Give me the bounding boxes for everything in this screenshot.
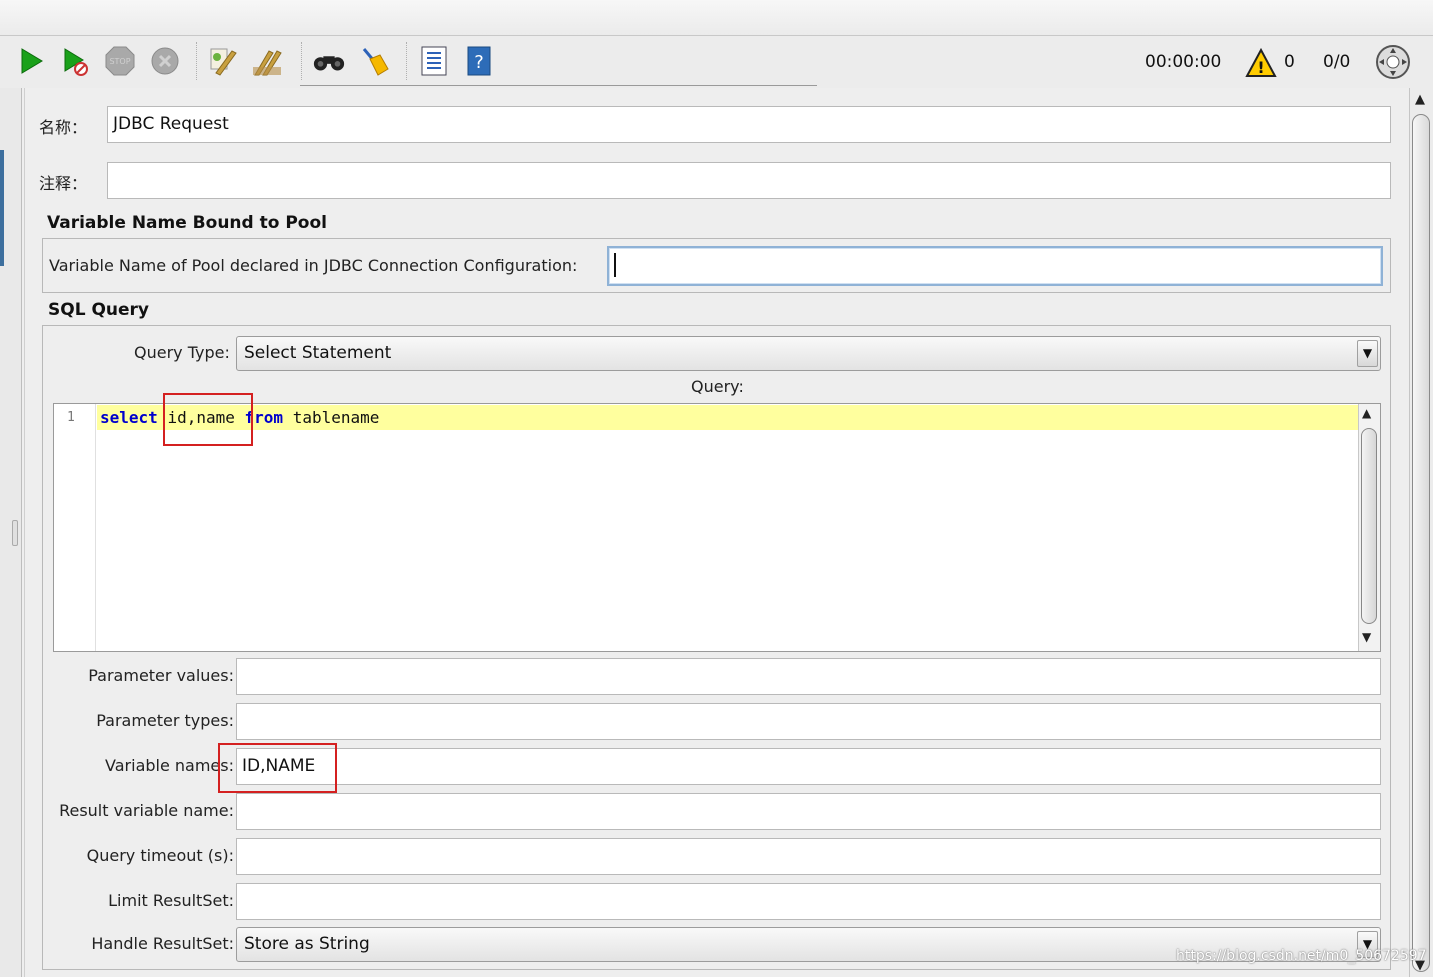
- timeout-label: Query timeout (s):: [86, 846, 234, 865]
- param-values-label: Parameter values:: [88, 666, 234, 685]
- toolbar-divider: [300, 85, 817, 86]
- query-label: Query:: [691, 377, 744, 396]
- jdbc-request-panel: 名称： JDBC Request 注释： Variable Name Bound…: [24, 88, 1408, 977]
- scroll-thumb[interactable]: [1361, 428, 1377, 624]
- stop-icon[interactable]: STOP: [103, 44, 137, 78]
- svg-text:!: !: [1257, 58, 1264, 77]
- start-icon[interactable]: [14, 44, 48, 78]
- watermark: https://blog.csdn.net/m0_50672597: [1176, 948, 1427, 964]
- scroll-down-icon[interactable]: ▼: [1362, 630, 1371, 644]
- scroll-up-icon[interactable]: ▲: [1362, 406, 1371, 420]
- splitter-grip[interactable]: [12, 520, 18, 546]
- svg-text:?: ?: [474, 52, 484, 73]
- clear-icon[interactable]: [205, 44, 239, 78]
- keyword-select: select: [100, 408, 158, 427]
- name-field[interactable]: JDBC Request: [107, 106, 1391, 143]
- param-types-label: Parameter types:: [96, 711, 234, 730]
- elapsed-timer: 00:00:00: [1145, 52, 1222, 72]
- warning-icon[interactable]: !: [1245, 47, 1277, 78]
- pool-section-title: Variable Name Bound to Pool: [47, 213, 327, 233]
- result-var-field[interactable]: [236, 793, 1381, 830]
- limit-label: Limit ResultSet:: [108, 891, 234, 910]
- toolbar-separator: [196, 42, 198, 80]
- reset-search-icon[interactable]: [357, 44, 391, 78]
- function-helper-icon[interactable]: [417, 44, 451, 78]
- code-table: tablename: [292, 408, 380, 427]
- comment-field[interactable]: [107, 162, 1391, 199]
- var-names-field[interactable]: ID,NAME: [236, 748, 1381, 785]
- toolbar-separator: [301, 42, 303, 80]
- handle-resultset-value: Store as String: [244, 934, 370, 954]
- line-number: 1: [67, 410, 75, 425]
- toolbar-separator: [406, 42, 408, 80]
- timeout-field[interactable]: [236, 838, 1381, 875]
- toolbar: STOP ? 00:00:00 ! 0 0/0: [0, 36, 1433, 88]
- pool-name-field[interactable]: [607, 246, 1383, 286]
- var-names-label: Variable names:: [105, 756, 234, 775]
- annotation-box-columns: [163, 393, 253, 446]
- handle-label: Handle ResultSet:: [91, 934, 234, 953]
- scroll-up-icon[interactable]: ▲: [1415, 92, 1425, 107]
- search-icon[interactable]: [312, 44, 346, 78]
- clear-all-icon[interactable]: [251, 44, 285, 78]
- main-scroll-thumb[interactable]: [1412, 114, 1430, 972]
- line-gutter: 1: [54, 404, 96, 651]
- query-type-value: Select Statement: [244, 343, 392, 363]
- pool-group: Variable Name of Pool declared in JDBC C…: [42, 238, 1391, 293]
- chevron-down-icon[interactable]: ▼: [1357, 340, 1378, 367]
- main-scrollbar[interactable]: ▲ ▼: [1409, 88, 1433, 977]
- tree-selection-marker: [0, 150, 4, 266]
- editor-scrollbar[interactable]: ▲ ▼: [1358, 404, 1380, 651]
- help-icon[interactable]: ?: [462, 44, 496, 78]
- name-label: 名称：: [39, 118, 88, 137]
- query-type-label: Query Type:: [134, 343, 230, 362]
- limit-field[interactable]: [236, 883, 1381, 920]
- svg-text:STOP: STOP: [109, 57, 130, 66]
- result-var-label: Result variable name:: [59, 801, 234, 820]
- shutdown-icon[interactable]: [148, 44, 182, 78]
- menu-bar: [0, 0, 1433, 36]
- pool-label: Variable Name of Pool declared in JDBC C…: [49, 256, 578, 275]
- param-values-field[interactable]: [236, 658, 1381, 695]
- warning-count: 0: [1284, 52, 1295, 72]
- tree-pane-edge: [0, 88, 22, 977]
- annotation-box-variable-names: [218, 743, 337, 793]
- thread-count: 0/0: [1323, 52, 1351, 72]
- remote-icon[interactable]: [1375, 44, 1411, 80]
- sql-section-title: SQL Query: [48, 300, 149, 320]
- comment-label: 注释：: [39, 174, 88, 193]
- text-cursor: [614, 253, 616, 277]
- query-type-select[interactable]: Select Statement ▼: [236, 336, 1381, 371]
- start-no-pause-icon[interactable]: [58, 44, 92, 78]
- param-types-field[interactable]: [236, 703, 1381, 740]
